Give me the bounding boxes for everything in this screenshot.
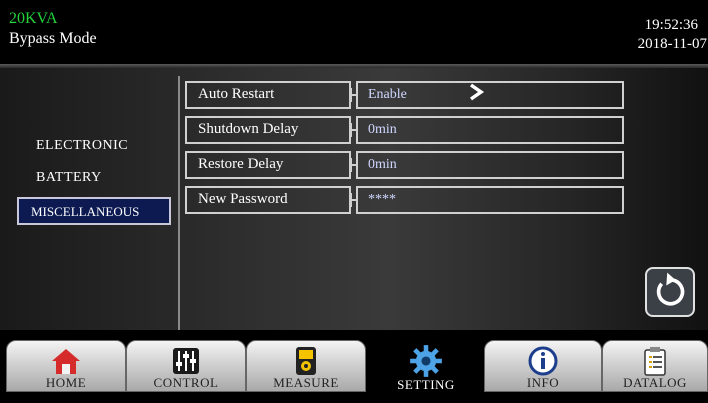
tab-home-label: HOME [45,375,87,390]
auto-restart-label: Auto Restart [185,81,351,109]
info-icon [528,346,558,376]
tab-datalog[interactable]: DATALOG [602,340,708,392]
shutdown-delay-value[interactable]: 0min [356,116,624,144]
bottom-tab-bar: HOME CONTROL MEASURE SETTING INFO DATALO… [0,330,708,403]
category-miscellaneous[interactable]: MISCELLANEOUS [17,197,171,225]
new-password-label: New Password [185,186,351,214]
clock-date: 2018-11-07 [637,36,707,52]
tab-control-label: CONTROL [153,375,219,390]
tab-home[interactable]: HOME [6,340,126,392]
refresh-back-icon [656,272,685,306]
sliders-icon [173,348,199,374]
home-icon [52,349,80,374]
panel-divider [178,76,180,330]
tab-info[interactable]: INFO [484,340,602,392]
clock-time: 19:52:36 [644,17,698,33]
tab-setting[interactable]: SETTING [366,340,486,403]
ups-model: 20KVA [9,10,58,27]
tab-setting-label: SETTING [397,377,455,392]
restore-delay-value[interactable]: 0min [356,151,624,179]
status-header: 20KVA Bypass Mode 19:52:36 2018-11-07 [0,0,708,64]
tab-datalog-label: DATALOG [623,375,687,390]
tab-control[interactable]: CONTROL [126,340,246,392]
tab-measure-label: MEASURE [273,375,339,390]
auto-restart-value[interactable]: Enable [356,81,624,109]
settings-category-menu: ELECTRONIC BATTERY MISCELLANEOUS [0,68,178,330]
meter-icon [296,347,316,375]
tab-measure[interactable]: MEASURE [246,340,366,392]
connector [350,123,352,137]
category-battery[interactable]: BATTERY [36,170,102,186]
new-password-value[interactable]: **** [356,186,624,214]
clipboard-icon [644,347,666,376]
tab-info-label: INFO [526,375,560,390]
category-electronic[interactable]: ELECTRONIC [36,138,128,154]
shutdown-delay-label: Shutdown Delay [185,116,351,144]
connector [350,88,352,102]
connector [350,193,352,207]
chevron-right-icon[interactable] [466,82,488,102]
back-button[interactable] [645,267,695,317]
ups-mode: Bypass Mode [9,30,97,47]
connector [350,158,352,172]
gear-icon [410,345,442,377]
restore-delay-label: Restore Delay [185,151,351,179]
settings-panel: ELECTRONIC BATTERY MISCELLANEOUS Auto Re… [0,68,708,330]
